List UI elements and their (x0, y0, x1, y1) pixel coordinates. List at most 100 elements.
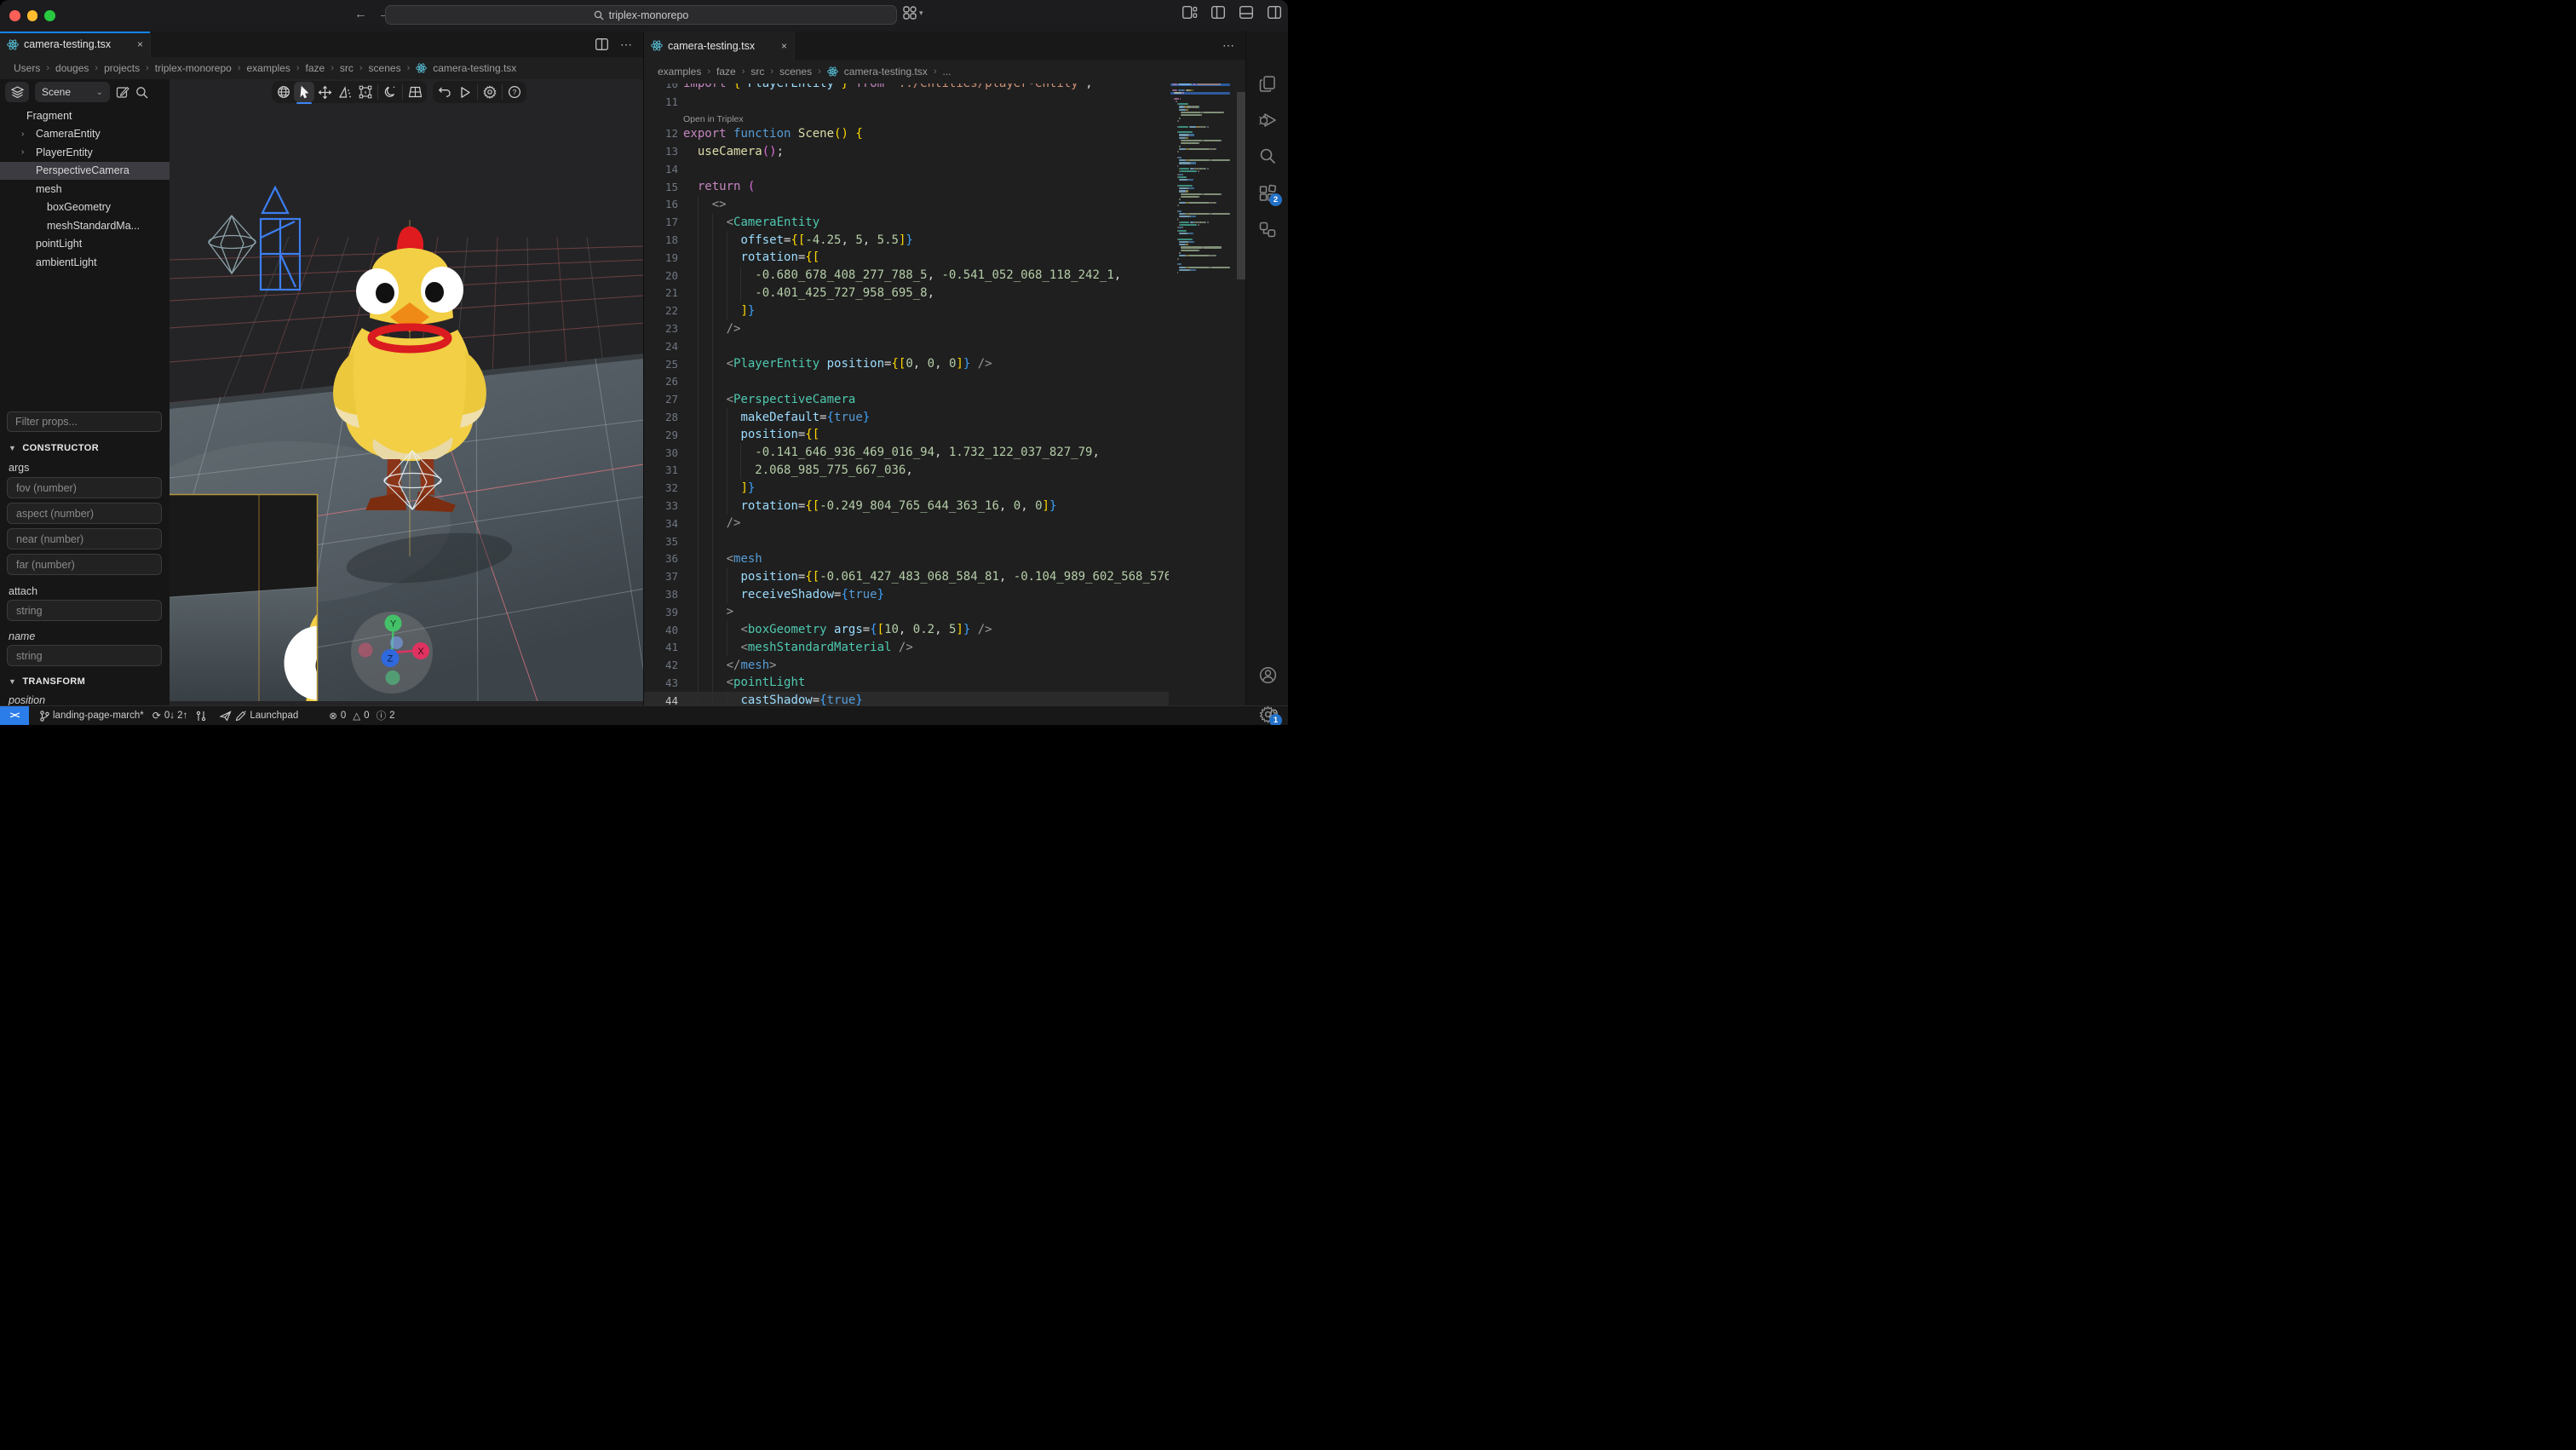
code-line-31[interactable]: 31 2.068_985_775_667_036, (644, 462, 1169, 480)
zoom-window-button[interactable] (44, 10, 55, 21)
code-line-14[interactable]: 14 (644, 160, 1169, 178)
gear-icon[interactable] (480, 82, 500, 102)
code-line-40[interactable]: 40 <boxGeometry args={[10, 0.2, 5]} /> (644, 621, 1169, 639)
tree-item-ambientlight[interactable]: ambientLight (0, 253, 170, 272)
scale-tool[interactable] (335, 82, 355, 102)
code-line-22[interactable]: 22 ]} (644, 302, 1169, 319)
code-line-23[interactable]: 23 /> (644, 319, 1169, 337)
breadcrumb-item[interactable]: camera-testing.tsx (844, 66, 928, 78)
viewport-3d[interactable]: Y X Z 8✦✦ ? (170, 79, 643, 705)
code-line-37[interactable]: 37 position={[-0.061_427_483_068_584_81,… (644, 567, 1169, 585)
remote-indicator[interactable]: >< (0, 706, 29, 725)
code-line-10[interactable]: 10import { PlayerEntity } from "../entit… (644, 83, 1169, 93)
aspect-field[interactable]: aspect (number) (7, 503, 162, 524)
minimap[interactable] (1169, 83, 1237, 705)
near-field[interactable]: near (number) (7, 528, 162, 550)
chevron-right-icon[interactable]: › (21, 129, 24, 139)
command-center-search[interactable]: triplex-monorepo (385, 5, 897, 25)
tree-item-fragment[interactable]: Fragment (0, 106, 170, 125)
scene-select[interactable]: Scene ⌄ (35, 82, 110, 102)
grid-icon[interactable] (405, 82, 425, 102)
tree-item-mesh[interactable]: mesh (0, 180, 170, 199)
code-line-19[interactable]: 19 rotation={[ (644, 249, 1169, 267)
more-actions-icon[interactable]: ⋯ (620, 37, 633, 52)
attach-field[interactable]: string (7, 600, 162, 621)
account-activity-button[interactable] (1246, 659, 1288, 690)
edit-icon[interactable] (116, 85, 129, 99)
layout-customize-icon[interactable] (1182, 6, 1197, 19)
close-window-button[interactable] (9, 10, 20, 21)
code-line-33[interactable]: 33 rotation={[-0.249_804_765_644_363_16,… (644, 497, 1169, 515)
code-line-26[interactable]: 26 (644, 373, 1169, 391)
breadcrumb-item[interactable]: camera-testing.tsx (433, 62, 516, 74)
breadcrumb-item[interactable]: Users (14, 62, 40, 74)
code-line-20[interactable]: 20 -0.680_678_408_277_788_5, -0.541_052_… (644, 267, 1169, 285)
code-line-15[interactable]: 15 return ( (644, 178, 1169, 196)
breadcrumb-item[interactable]: examples (246, 62, 290, 74)
code-line-35[interactable]: 35 (644, 532, 1169, 550)
code-line-29[interactable]: 29 position={[ (644, 426, 1169, 444)
transform-section-header[interactable]: ▼ TRANSFORM (9, 676, 85, 687)
launchpad-item[interactable]: Launchpad (216, 706, 302, 725)
help-icon[interactable]: ? (504, 82, 525, 102)
undo-icon[interactable] (434, 82, 455, 102)
breadcrumb-item[interactable]: scenes (369, 62, 401, 74)
play-icon[interactable] (455, 82, 475, 102)
extensions-activity-button[interactable] (1246, 178, 1288, 209)
code-line-11[interactable]: 11 (644, 93, 1169, 111)
transform-box-tool[interactable]: 8 (355, 82, 376, 102)
code-line-34[interactable]: 34 /> (644, 515, 1169, 532)
fov-field[interactable]: fov (number) (7, 477, 162, 498)
code-line-42[interactable]: 42 </mesh> (644, 656, 1169, 674)
code-line-13[interactable]: 13 useCamera(); (644, 142, 1169, 160)
files-activity-button[interactable] (1246, 68, 1288, 99)
back-arrow-icon[interactable]: ← (354, 7, 367, 21)
tree-item-perspectivecamera[interactable]: PerspectiveCamera (0, 162, 170, 181)
layers-button[interactable] (5, 82, 29, 102)
breadcrumb-item[interactable]: scenes (779, 66, 812, 78)
code-line-16[interactable]: 16 <> (644, 196, 1169, 214)
search-activity-button[interactable] (1246, 141, 1288, 171)
cursor-tool[interactable] (294, 82, 314, 102)
breadcrumb-item[interactable]: douges (55, 62, 89, 74)
globe-icon[interactable] (273, 82, 294, 102)
tab-camera-testing-right[interactable]: camera-testing.tsx × (644, 32, 795, 60)
split-left-icon[interactable] (1211, 6, 1225, 19)
code-line-12[interactable]: 12export function Scene() { (644, 124, 1169, 142)
code-line-25[interactable]: 25 <PlayerEntity position={[0, 0, 0]} /> (644, 355, 1169, 373)
breadcrumb-item[interactable]: src (750, 66, 764, 78)
profile-switcher[interactable]: ▾ (903, 6, 923, 20)
tree-item-playerentity[interactable]: ›PlayerEntity (0, 143, 170, 162)
code-line-21[interactable]: 21 -0.401_425_727_958_695_8, (644, 285, 1169, 302)
name-field[interactable]: string (7, 645, 162, 666)
filter-props-input[interactable]: Filter props... (7, 411, 162, 432)
code-line-30[interactable]: 30 -0.141_646_936_469_016_94, 1.732_122_… (644, 444, 1169, 462)
split-rows-icon[interactable] (1239, 6, 1253, 19)
code-line-43[interactable]: 43 <pointLight (644, 674, 1169, 692)
tree-item-pointlight[interactable]: pointLight (0, 235, 170, 254)
constructor-section-header[interactable]: ▼ CONSTRUCTOR (9, 443, 99, 453)
breadcrumb-item[interactable]: projects (104, 62, 140, 74)
breadcrumb-item[interactable]: triplex-monorepo (155, 62, 232, 74)
chevron-right-icon[interactable]: › (21, 147, 24, 157)
pipeline-item[interactable] (192, 706, 210, 725)
code-line-41[interactable]: 41 <meshStandardMaterial /> (644, 639, 1169, 657)
codelens-open-in-triplex[interactable]: Open in Triplex (644, 111, 1169, 125)
code-line-28[interactable]: 28 makeDefault={true} (644, 408, 1169, 426)
code-line-36[interactable]: 36 <mesh (644, 550, 1169, 568)
tree-item-boxgeometry[interactable]: boxGeometry (0, 199, 170, 217)
tab-camera-testing-left[interactable]: camera-testing.tsx × (0, 32, 151, 57)
tree-item-meshstandardma[interactable]: meshStandardMa... (0, 216, 170, 235)
code-line-32[interactable]: 32 ]} (644, 479, 1169, 497)
breadcrumb-item[interactable]: src (340, 62, 354, 74)
editor-scrollbar[interactable] (1237, 83, 1245, 705)
more-actions-icon[interactable]: ⋯ (1222, 38, 1235, 53)
search-icon[interactable] (135, 86, 148, 99)
breadcrumb-item[interactable]: faze (716, 66, 736, 78)
code-line-24[interactable]: 24 (644, 337, 1169, 355)
breadcrumb-item[interactable]: ... (942, 66, 951, 78)
split-right-icon[interactable] (1268, 6, 1281, 19)
tab-close-icon[interactable]: × (137, 38, 143, 50)
sync-item[interactable]: ⟳ 0↓ 2↑ (148, 706, 193, 725)
problems-item[interactable]: ⊗0 △0 ⓘ2 (325, 706, 399, 725)
